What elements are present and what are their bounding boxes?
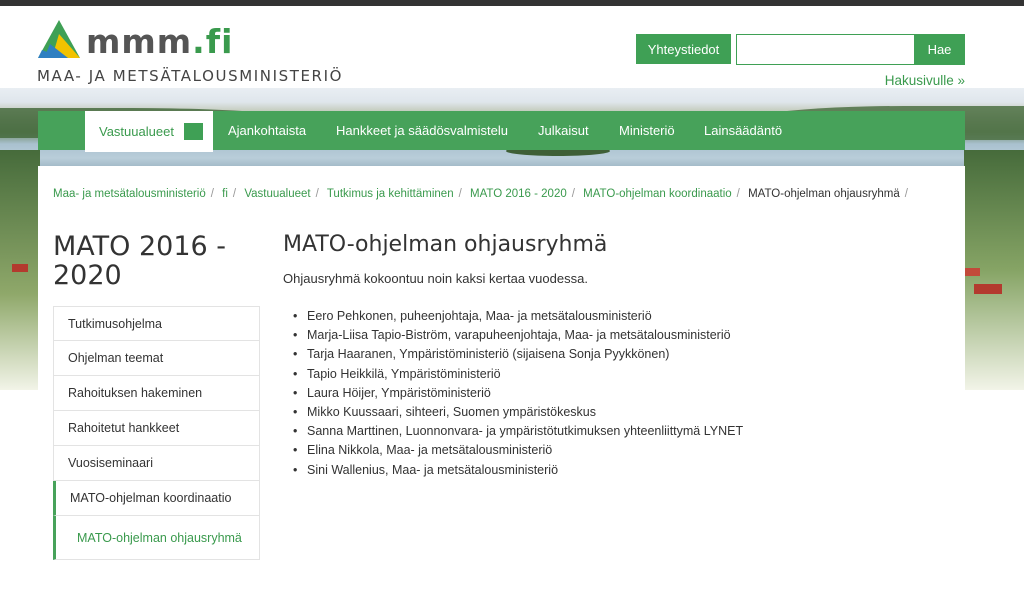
- list-item: Sini Wallenius, Maa- ja metsätalousminis…: [293, 461, 743, 480]
- breadcrumb-current: MATO-ohjelman ohjausryhmä: [748, 188, 900, 200]
- nav-item-lainsaadanto[interactable]: Lainsäädäntö: [704, 111, 782, 150]
- nav-item-vastuualueet[interactable]: Vastuualueet: [85, 111, 213, 152]
- list-item: Mikko Kuussaari, sihteeri, Suomen ympäri…: [293, 403, 743, 422]
- intro-text: Ohjausryhmä kokoontuu noin kaksi kertaa …: [283, 271, 588, 286]
- list-item: Tarja Haaranen, Ympäristöministeriö (sij…: [293, 345, 743, 364]
- search-button[interactable]: Hae: [914, 34, 965, 65]
- list-item: Sanna Marttinen, Luonnonvara- ja ympäris…: [293, 422, 743, 441]
- nav-item-hankkeet[interactable]: Hankkeet ja säädösvalmistelu: [336, 111, 508, 150]
- sidebar-item-rahoitetut-hankkeet[interactable]: Rahoitetut hankkeet: [53, 411, 260, 446]
- breadcrumb-link[interactable]: Tutkimus ja kehittäminen: [327, 188, 454, 200]
- breadcrumb-link[interactable]: Vastuualueet: [244, 188, 310, 200]
- page-title: MATO-ohjelman ohjausryhmä: [283, 232, 608, 257]
- list-item: Laura Höijer, Ympäristöministeriö: [293, 384, 743, 403]
- ministry-tagline: MAA- JA METSÄTALOUSMINISTERIÖ: [37, 67, 344, 85]
- nav-item-ajankohtaista[interactable]: Ajankohtaista: [228, 111, 306, 150]
- list-item: Elina Nikkola, Maa- ja metsätalousminist…: [293, 441, 743, 460]
- nav-item-julkaisut[interactable]: Julkaisut: [538, 111, 589, 150]
- list-item: Eero Pehkonen, puheenjohtaja, Maa- ja me…: [293, 307, 743, 326]
- main-navigation: Vastuualueet Ajankohtaista Hankkeet ja s…: [38, 111, 965, 152]
- nav-item-ministerio[interactable]: Ministeriö: [619, 111, 675, 150]
- sidebar-item-vuosiseminaari[interactable]: Vuosiseminaari: [53, 446, 260, 481]
- sidebar-item-ohjausryhma[interactable]: MATO-ohjelman ohjausryhmä: [53, 516, 260, 560]
- advanced-search-link[interactable]: Hakusivulle »: [885, 73, 965, 88]
- sidebar-item-tutkimusohjelma[interactable]: Tutkimusohjelma: [53, 306, 260, 341]
- breadcrumb-link[interactable]: Maa- ja metsätalousministeriö: [53, 188, 206, 200]
- logo-triangle-icon[interactable]: [38, 20, 80, 60]
- breadcrumb-link[interactable]: fi: [222, 188, 228, 200]
- breadcrumb: Maa- ja metsätalousministeriö / fi / Vastu…: [53, 188, 908, 200]
- sidebar-navigation: Tutkimusohjelma Ohjelman teemat Rahoituk…: [53, 306, 260, 560]
- search-input[interactable]: [736, 34, 916, 65]
- breadcrumb-link[interactable]: MATO-ohjelman koordinaatio: [583, 188, 732, 200]
- contact-button[interactable]: Yhteystiedot: [636, 34, 731, 64]
- breadcrumb-link[interactable]: MATO 2016 - 2020: [470, 188, 567, 200]
- site-header: mmm.fi MAA- JA METSÄTALOUSMINISTERIÖ Yht…: [0, 6, 1024, 88]
- sidebar-title: MATO 2016 - 2020: [53, 231, 227, 291]
- sidebar-item-ohjelman-teemat[interactable]: Ohjelman teemat: [53, 341, 260, 376]
- content-panel: Maa- ja metsätalousministeriö / fi / Vastu…: [38, 166, 965, 604]
- member-list: Eero Pehkonen, puheenjohtaja, Maa- ja me…: [293, 307, 743, 480]
- sidebar-item-rahoituksen-hakeminen[interactable]: Rahoituksen hakeminen: [53, 376, 260, 411]
- list-item: Marja-Liisa Tapio-Biström, varapuheenjoh…: [293, 326, 743, 345]
- list-item: Tapio Heikkilä, Ympäristöministeriö: [293, 365, 743, 384]
- sidebar-item-koordinaatio[interactable]: MATO-ohjelman koordinaatio: [53, 481, 260, 516]
- logo-wordmark[interactable]: mmm.fi: [86, 22, 233, 61]
- active-indicator-icon: [183, 123, 203, 140]
